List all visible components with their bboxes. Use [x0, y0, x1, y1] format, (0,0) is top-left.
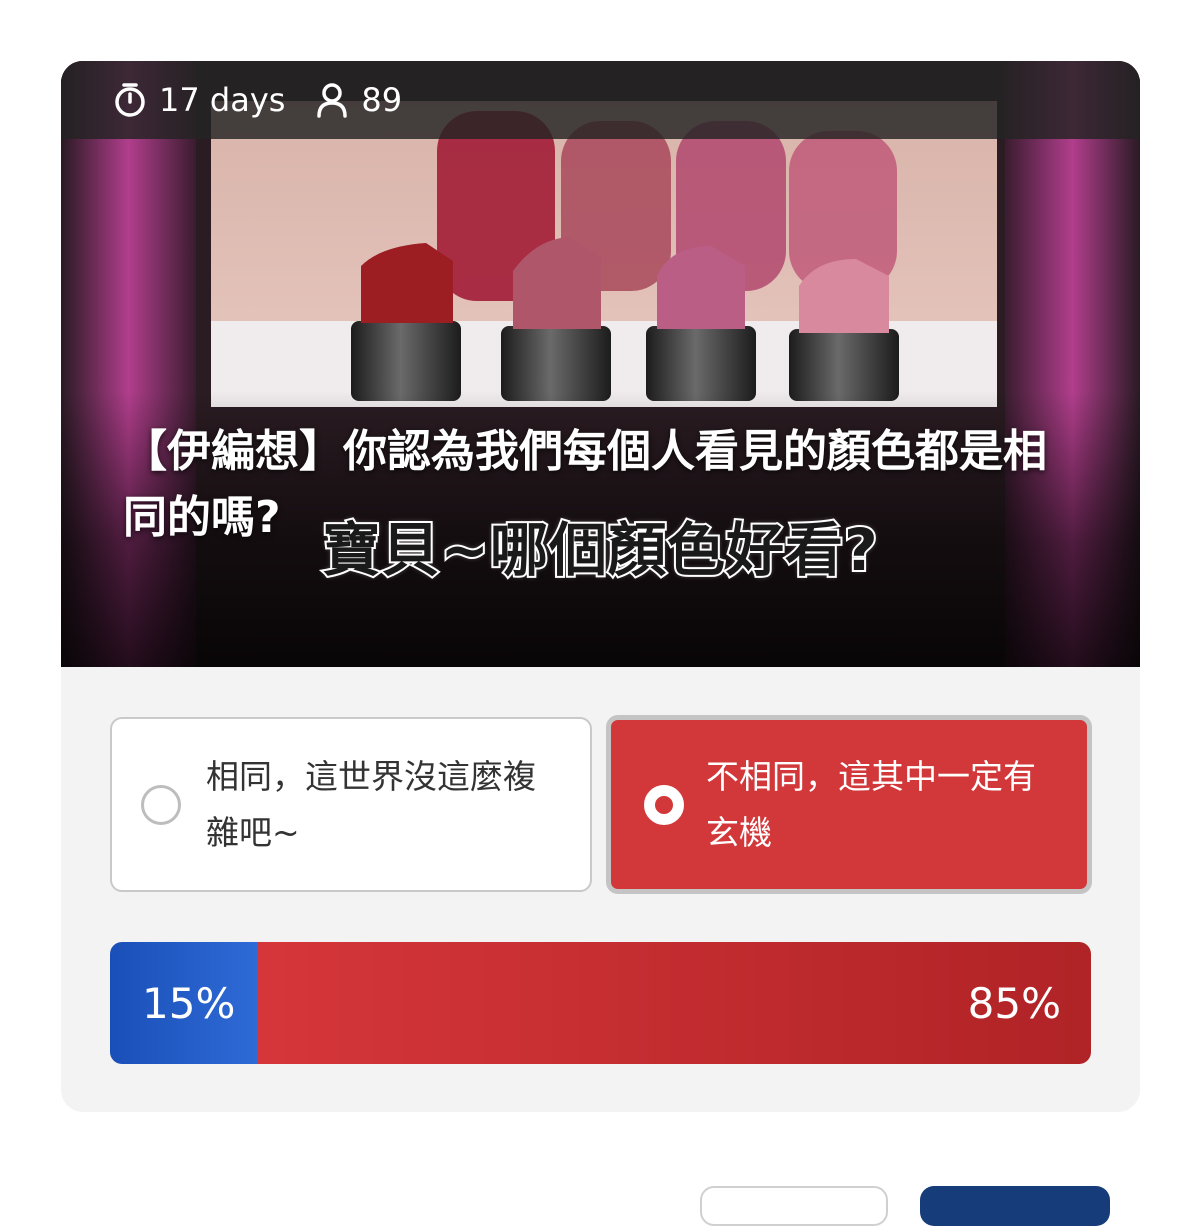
poll-image: 寶貝~哪個顏色好看? 17 days 89 【伊編想】你認為我們每個人看見的顏色…: [61, 61, 1140, 667]
radio-selected-icon[interactable]: [644, 784, 684, 825]
result-percent-same: 15%: [142, 978, 236, 1028]
poll-question: 【伊編想】你認為我們每個人看見的顏色都是相同的嗎?: [123, 426, 1047, 543]
poll-card: 寶貝~哪個顏色好看? 17 days 89 【伊編想】你認為我們每個人看見的顏色…: [61, 61, 1140, 1112]
radio-unselected-icon[interactable]: [141, 784, 181, 825]
result-percent-different: 85%: [967, 978, 1061, 1028]
secondary-button[interactable]: [700, 1186, 888, 1226]
option-label: 相同，這世界沒這麼複雜吧~: [206, 756, 536, 852]
time-remaining: 17 days: [113, 81, 285, 119]
participant-count: 89: [315, 81, 402, 119]
user-icon: [317, 83, 348, 118]
poll-option-different[interactable]: 不相同，這其中一定有玄機: [606, 715, 1092, 894]
time-remaining-text: 17 days: [159, 81, 286, 119]
option-label: 不相同，這其中一定有玄機: [706, 756, 1036, 852]
poll-result-bar: 15% 85%: [110, 942, 1091, 1064]
result-segment-different: 85%: [257, 942, 1091, 1064]
poll-meta-bar: 17 days 89: [61, 61, 1140, 139]
poll-option-same[interactable]: 相同，這世界沒這麼複雜吧~: [110, 717, 592, 892]
stopwatch-icon: [115, 83, 145, 117]
participant-count-text: 89: [361, 81, 403, 119]
result-segment-same: 15%: [110, 942, 258, 1064]
primary-button[interactable]: [920, 1186, 1110, 1226]
